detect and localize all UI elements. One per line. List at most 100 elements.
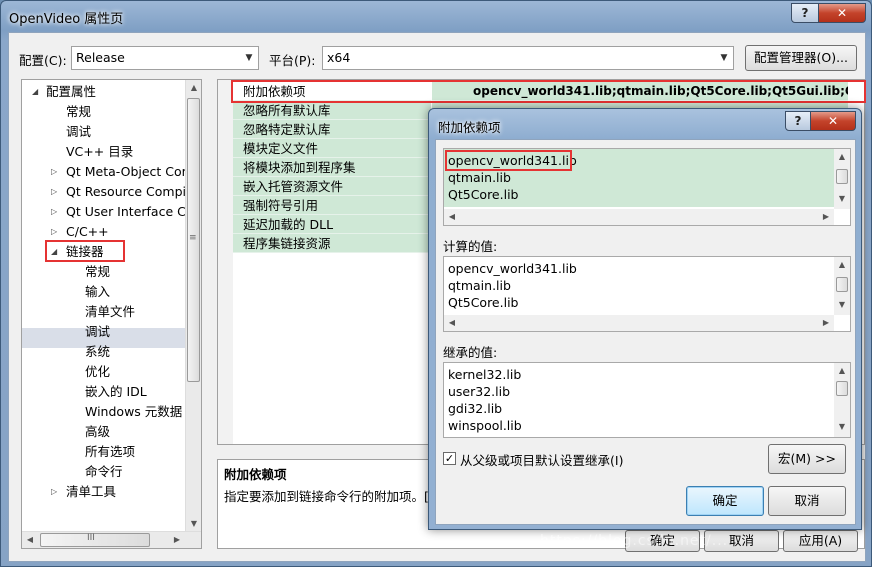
inherited-vertical-scrollbar[interactable]: ▲ ▼: [834, 363, 850, 437]
tree-expander-icon[interactable]: ▷: [51, 227, 61, 236]
config-manager-button[interactable]: 配置管理器(O)...: [745, 45, 857, 71]
computed-values-list[interactable]: opencv_world341.lib qtmain.lib Qt5Core.lib…: [443, 256, 851, 332]
inherit-checkbox-label[interactable]: 从父级或项目默认设置继承(I): [460, 450, 623, 469]
edit-vertical-scrollbar[interactable]: ▲ ▼: [834, 149, 850, 209]
tree-item[interactable]: 常规: [66, 102, 91, 122]
property-tree[interactable]: ◢ 配置属性 常规 调试 VC++ 目录 ▷ Qt Meta-Object Com ▷ Qt R…: [21, 79, 202, 549]
grid-property-name[interactable]: 嵌入托管资源文件: [233, 177, 431, 196]
inherited-scroll-thumb[interactable]: [836, 381, 848, 396]
inherited-values-label: 继承的值:: [443, 345, 498, 360]
edit-line: qtmain.lib: [448, 170, 511, 185]
scroll-up-icon[interactable]: ▲: [186, 80, 201, 96]
checkmark-icon: ✓: [444, 452, 455, 465]
inherited-line: winspool.lib: [448, 418, 522, 433]
tree-item[interactable]: 调试: [85, 322, 110, 342]
macro-button[interactable]: 宏(M) >>: [768, 444, 846, 474]
edit-line: Qt5Core.lib: [448, 187, 519, 202]
tree-item[interactable]: Windows 元数据: [85, 402, 182, 422]
scroll-up-icon[interactable]: ▲: [834, 363, 850, 379]
grid-property-name[interactable]: 强制符号引用: [233, 196, 431, 215]
grid-property-name[interactable]: 将模块添加到程序集: [233, 158, 431, 177]
dialog-close-button[interactable]: ✕: [810, 111, 856, 131]
inherited-line: gdi32.lib: [448, 401, 503, 416]
scroll-right-icon[interactable]: ▶: [169, 532, 185, 548]
tree-item[interactable]: 调试: [66, 122, 91, 142]
scroll-grip-icon: ≡: [189, 233, 197, 243]
dialog-cancel-button[interactable]: 取消: [768, 486, 846, 516]
platform-label: 平台(P):: [269, 53, 316, 68]
tree-scroll-thumb[interactable]: ≡: [187, 98, 200, 382]
dependencies-edit-box[interactable]: opencv_world341.lib qtmain.lib Qt5Core.lib…: [443, 148, 851, 226]
scroll-down-icon[interactable]: ▼: [834, 191, 850, 207]
dialog-help-button[interactable]: ?: [785, 111, 811, 131]
watermark: https://blog.csdn.net/...: [540, 533, 729, 549]
grid-property-name[interactable]: 忽略所有默认库: [233, 101, 431, 120]
dialog-client: opencv_world341.lib qtmain.lib Qt5Core.lib…: [435, 139, 856, 525]
tree-expander-icon[interactable]: ▷: [51, 187, 61, 196]
inherited-line: kernel32.lib: [448, 367, 522, 382]
scroll-down-icon[interactable]: ▼: [834, 297, 850, 313]
edit-scroll-thumb[interactable]: [836, 169, 848, 184]
tree-expander-icon[interactable]: ◢: [32, 87, 42, 96]
scroll-left-icon[interactable]: ◀: [444, 209, 460, 225]
tree-item[interactable]: Qt Resource Compile: [66, 182, 197, 202]
tree-item[interactable]: 清单文件: [85, 302, 135, 322]
window-title: OpenVideo 属性页: [9, 12, 124, 27]
close-button[interactable]: ✕: [818, 3, 866, 23]
tree-item[interactable]: 配置属性: [46, 82, 96, 102]
scroll-down-icon[interactable]: ▼: [186, 516, 201, 532]
config-select-value: Release: [76, 50, 125, 65]
tree-vertical-scrollbar[interactable]: ▲ ≡ ▼: [185, 80, 201, 532]
tree-item[interactable]: C/C++: [66, 222, 109, 242]
dialog-title: 附加依赖项: [438, 120, 501, 135]
platform-select[interactable]: x64 ▼: [322, 46, 734, 70]
tree-item[interactable]: 所有选项: [85, 442, 135, 462]
inherited-line: user32.lib: [448, 384, 511, 399]
grid-property-name[interactable]: 延迟加载的 DLL: [233, 215, 431, 234]
config-select[interactable]: Release ▼: [71, 46, 259, 70]
chevron-down-icon: ▼: [720, 53, 728, 63]
tree-item[interactable]: 清单工具: [66, 482, 116, 502]
additional-dependencies-dialog: 附加依赖项 ? ✕ opencv_world341.lib qtmain.lib Q…: [428, 108, 862, 530]
tree-expander-icon[interactable]: ▷: [51, 167, 61, 176]
scroll-left-icon[interactable]: ◀: [444, 315, 460, 331]
tree-item[interactable]: 输入: [85, 282, 110, 302]
tree-expander-icon[interactable]: ▷: [51, 207, 61, 216]
tree-hscroll-thumb[interactable]: III: [40, 533, 150, 547]
computed-vertical-scrollbar[interactable]: ▲ ▼: [834, 257, 850, 315]
grid-property-name[interactable]: 忽略特定默认库: [233, 120, 431, 139]
dialog-ok-button[interactable]: 确定: [686, 486, 764, 516]
scroll-up-icon[interactable]: ▲: [834, 257, 850, 273]
inherited-values-list[interactable]: kernel32.lib user32.lib gdi32.lib winspool.…: [443, 362, 851, 438]
title-bar[interactable]: OpenVideo 属性页 ? ✕: [1, 1, 871, 31]
grid-property-name[interactable]: 程序集链接资源: [233, 234, 431, 253]
tree-item[interactable]: Qt Meta-Object Com: [66, 162, 194, 182]
tree-item[interactable]: VC++ 目录: [66, 142, 133, 162]
tree-horizontal-scrollbar[interactable]: ◀ III ▶: [22, 531, 201, 548]
tree-item[interactable]: Qt User Interface Co: [66, 202, 194, 222]
main-apply-button[interactable]: 应用(A): [783, 530, 858, 552]
help-button[interactable]: ?: [791, 3, 819, 23]
scroll-down-icon[interactable]: ▼: [834, 419, 850, 435]
annotation-box-additional-deps: [231, 80, 866, 103]
computed-horizontal-scrollbar[interactable]: ◀ ▶: [444, 315, 834, 331]
tree-item[interactable]: 系统: [85, 342, 110, 362]
inherit-checkbox[interactable]: ✓: [443, 452, 456, 465]
hscroll-grip-icon: III: [87, 533, 95, 543]
tree-item[interactable]: 常规: [85, 262, 110, 282]
tree-item[interactable]: 优化: [85, 362, 110, 382]
config-label: 配置(C):: [19, 53, 67, 68]
annotation-box-linker: [45, 240, 125, 262]
computed-line: opencv_world341.lib: [448, 261, 577, 276]
scroll-right-icon[interactable]: ▶: [818, 315, 834, 331]
tree-item[interactable]: 高级: [85, 422, 110, 442]
scroll-right-icon[interactable]: ▶: [818, 209, 834, 225]
edit-horizontal-scrollbar[interactable]: ◀ ▶: [444, 209, 834, 225]
scroll-left-icon[interactable]: ◀: [22, 532, 38, 548]
tree-item[interactable]: 嵌入的 IDL: [85, 382, 147, 402]
computed-scroll-thumb[interactable]: [836, 277, 848, 292]
grid-property-name[interactable]: 模块定义文件: [233, 139, 431, 158]
tree-item[interactable]: 命令行: [85, 462, 123, 482]
tree-expander-icon[interactable]: ▷: [51, 487, 61, 496]
scroll-up-icon[interactable]: ▲: [834, 149, 850, 165]
